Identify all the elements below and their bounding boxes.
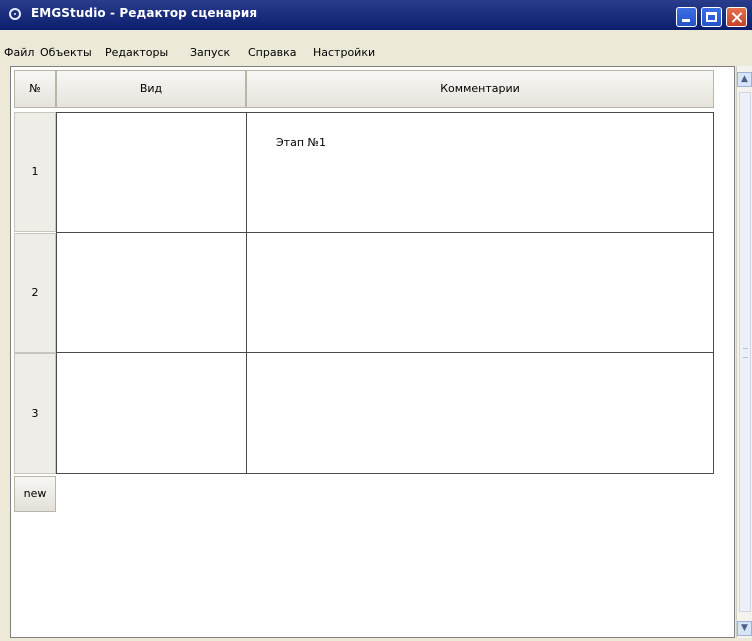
view-cell[interactable]	[56, 352, 247, 474]
column-header-comment[interactable]: Комментарии	[246, 70, 714, 108]
scroll-up-icon[interactable]: ▲	[737, 72, 752, 87]
title-bar[interactable]: EMGStudio - Редактор сценария	[0, 0, 752, 30]
new-row-button[interactable]: new	[14, 476, 56, 512]
view-cell[interactable]	[56, 112, 247, 233]
comment-cell[interactable]: Этап №1	[246, 112, 714, 233]
row-header[interactable]: 2	[14, 233, 56, 353]
menu-help[interactable]: Справка	[248, 46, 296, 59]
menu-settings[interactable]: Настройки	[313, 46, 375, 59]
column-header-number[interactable]: №	[14, 70, 56, 108]
menu-run[interactable]: Запуск	[190, 46, 230, 59]
comment-cell[interactable]	[246, 352, 714, 474]
app-icon	[9, 8, 21, 20]
menu-editors[interactable]: Редакторы	[105, 46, 168, 59]
maximize-button[interactable]	[701, 7, 722, 27]
column-header-view[interactable]: Вид	[56, 70, 246, 108]
close-button[interactable]	[726, 7, 747, 27]
menu-file[interactable]: Файл	[4, 46, 34, 59]
menu-bar: Файл Объекты Редакторы Запуск Справка На…	[0, 42, 752, 64]
minimize-button[interactable]	[676, 7, 697, 27]
window-title: EMGStudio - Редактор сценария	[31, 6, 258, 20]
comment-cell[interactable]	[246, 232, 714, 353]
grip-icon	[743, 348, 748, 358]
view-cell[interactable]	[56, 232, 247, 353]
scroll-down-icon[interactable]: ▼	[737, 621, 752, 636]
row-header[interactable]: 3	[14, 353, 56, 474]
menu-objects[interactable]: Объекты	[40, 46, 92, 59]
row-header[interactable]: 1	[14, 112, 56, 232]
app-window: EMGStudio - Редактор сценария Файл Объек…	[0, 0, 752, 641]
scrollbar-thumb[interactable]	[739, 92, 751, 612]
comment-text: Этап №1	[276, 136, 326, 149]
vertical-scrollbar[interactable]: ▲ ▼	[736, 66, 752, 638]
